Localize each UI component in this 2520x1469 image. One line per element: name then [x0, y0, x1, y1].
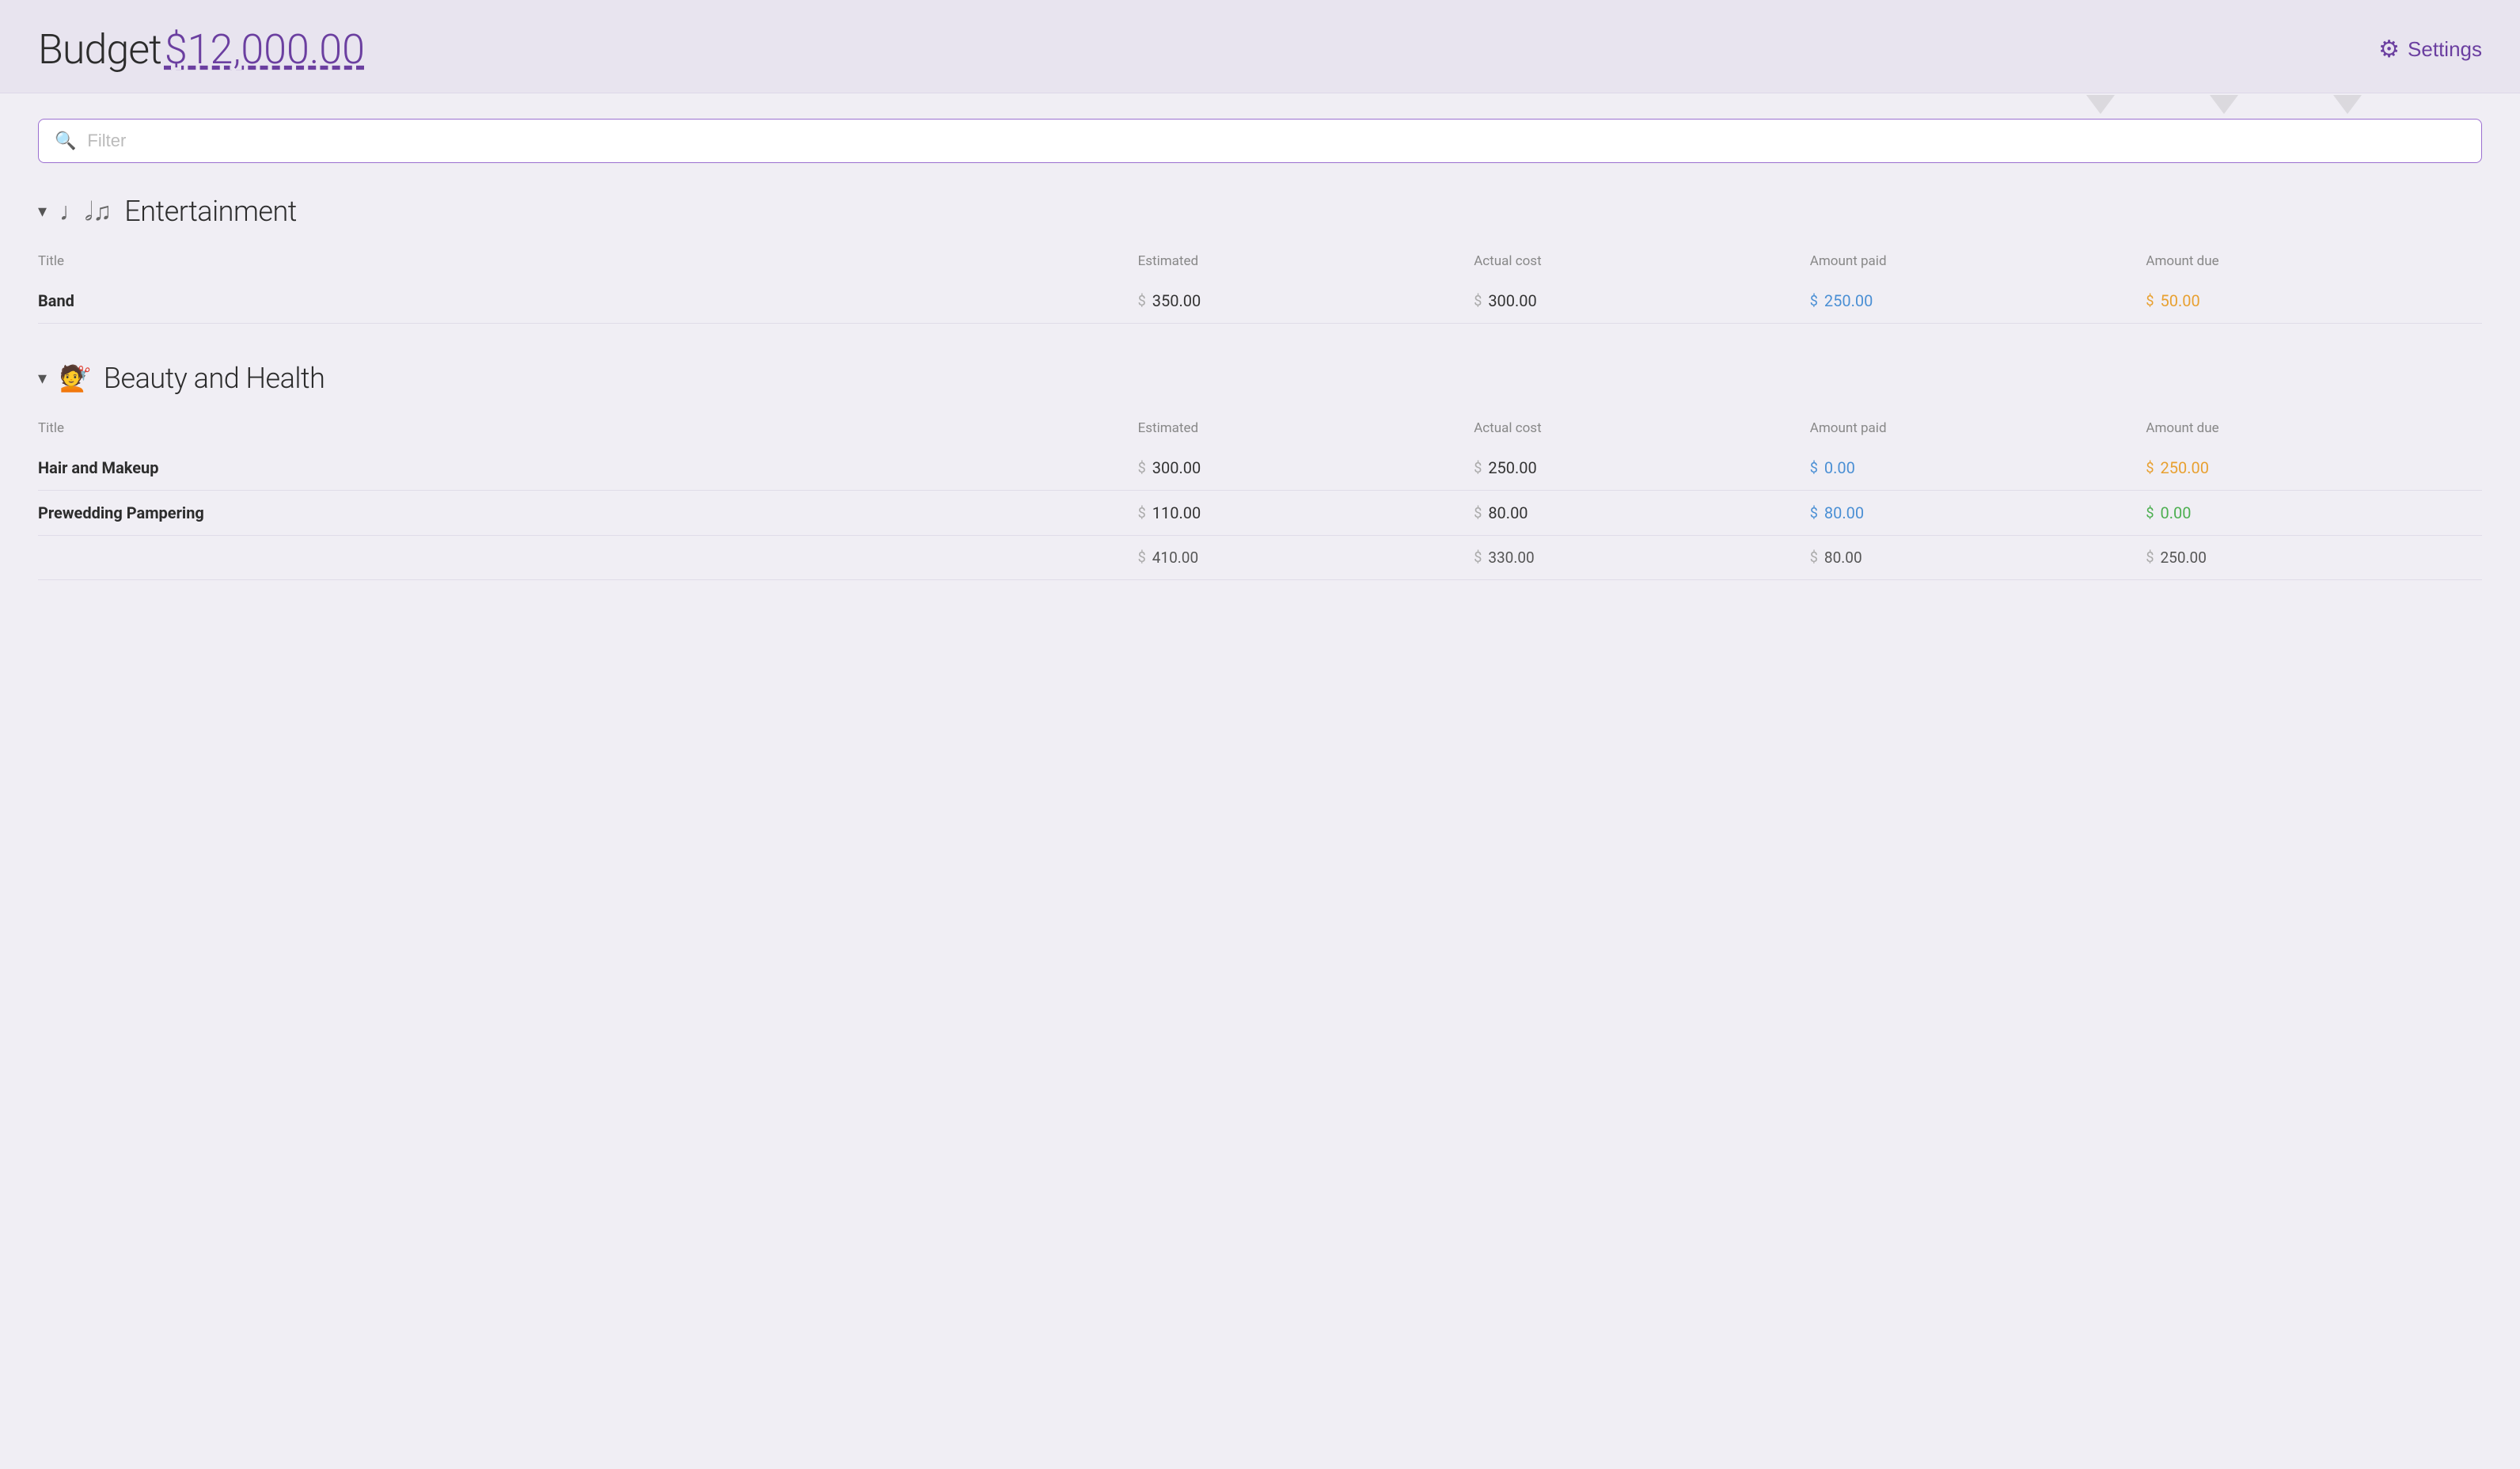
- filter-bar: 🔍: [38, 119, 2482, 163]
- table-row: Hair and Makeup $ 300.00 $ 250.00: [38, 446, 2482, 491]
- dollar-sign-icon: $: [1810, 549, 1818, 566]
- dollar-sign-blue-icon: $: [1810, 293, 1818, 309]
- amount-due-value: 50.00: [2161, 291, 2200, 310]
- row-amount-due: $ 50.00: [2146, 279, 2482, 324]
- table-row: Band $ 350.00 $ 300.00: [38, 279, 2482, 324]
- dollar-sign-icon: $: [1138, 549, 1146, 566]
- budget-amount[interactable]: $12,000.00: [165, 25, 365, 74]
- amount-due-value: 0.00: [2161, 503, 2192, 522]
- row-title: Band: [38, 279, 1138, 324]
- entertainment-table-header-row: Title Estimated Actual cost Amount paid …: [38, 247, 2482, 279]
- beauty-health-collapse-button[interactable]: ▾: [38, 368, 47, 389]
- row-title: Hair and Makeup: [38, 446, 1138, 491]
- beauty-health-table: Title Estimated Actual cost Amount paid …: [38, 414, 2482, 580]
- row-actual-cost: $ 250.00: [1474, 446, 1810, 491]
- amount-due-value: 250.00: [2161, 458, 2209, 477]
- dollar-sign-orange-icon: $: [2146, 460, 2154, 476]
- actual-cost-value: 80.00: [1488, 503, 1528, 522]
- col-amount-due: Amount due: [2146, 247, 2482, 279]
- totals-actual-cost-value: 330.00: [1488, 549, 1534, 567]
- dollar-sign-icon: $: [1138, 505, 1146, 522]
- totals-actual-cost: $ 330.00: [1474, 536, 1810, 580]
- dollar-sign-icon: $: [1138, 460, 1146, 476]
- beauty-health-section: ▾ 💇 Beauty and Health Title Estimated Ac…: [38, 362, 2482, 580]
- entertainment-section: ▾ ♩𝅗𝅥♫ Entertainment Title Estimated Act…: [38, 195, 2482, 324]
- estimated-value: 350.00: [1152, 291, 1201, 310]
- amount-paid-value: 80.00: [1824, 503, 1864, 522]
- row-estimated: $ 350.00: [1138, 279, 1474, 324]
- totals-row: $ 410.00 $ 330.00 $ 80.00: [38, 536, 2482, 580]
- dollar-sign-blue-icon: $: [1810, 505, 1818, 522]
- chevron-down-icon: ▾: [38, 368, 47, 389]
- col-estimated: Estimated: [1138, 247, 1474, 279]
- col-amount-paid: Amount paid: [1810, 414, 2146, 446]
- row-title: Prewedding Pampering: [38, 491, 1138, 536]
- col-title: Title: [38, 247, 1138, 279]
- dollar-sign-green-icon: $: [2146, 505, 2154, 522]
- entertainment-table: Title Estimated Actual cost Amount paid …: [38, 247, 2482, 324]
- table-row: Prewedding Pampering $ 110.00 $ 80.00: [38, 491, 2482, 536]
- col-title: Title: [38, 414, 1138, 446]
- hairdryer-icon: 💇: [59, 363, 91, 393]
- row-amount-paid: $ 80.00: [1810, 491, 2146, 536]
- dollar-sign-icon: $: [1474, 549, 1482, 566]
- totals-amount-due-value: 250.00: [2161, 549, 2207, 567]
- actual-cost-value: 250.00: [1488, 458, 1536, 477]
- dollar-sign-icon: $: [1474, 505, 1482, 522]
- entertainment-collapse-button[interactable]: ▾: [38, 201, 47, 222]
- totals-label: [38, 536, 1138, 580]
- totals-estimated-value: 410.00: [1152, 549, 1198, 567]
- totals-amount-paid-value: 80.00: [1824, 549, 1862, 567]
- row-amount-paid: $ 0.00: [1810, 446, 2146, 491]
- filter-input[interactable]: [87, 131, 2465, 151]
- col-amount-due: Amount due: [2146, 414, 2482, 446]
- estimated-value: 110.00: [1152, 503, 1201, 522]
- estimated-value: 300.00: [1152, 458, 1201, 477]
- beauty-health-table-header-row: Title Estimated Actual cost Amount paid …: [38, 414, 2482, 446]
- row-estimated: $ 300.00: [1138, 446, 1474, 491]
- filter-search-icon: 🔍: [55, 131, 76, 151]
- gear-icon: ⚙: [2378, 36, 2400, 63]
- dollar-sign-icon: $: [1474, 293, 1482, 309]
- col-actual-cost: Actual cost: [1474, 247, 1810, 279]
- col-estimated: Estimated: [1138, 414, 1474, 446]
- budget-label: Budget: [38, 25, 161, 74]
- dollar-sign-icon: $: [2146, 549, 2154, 566]
- entertainment-title: Entertainment: [124, 195, 297, 228]
- col-actual-cost: Actual cost: [1474, 414, 1810, 446]
- chevron-down-icon: ▾: [38, 201, 47, 222]
- row-actual-cost: $ 80.00: [1474, 491, 1810, 536]
- settings-label: Settings: [2408, 37, 2482, 62]
- beauty-health-header: ▾ 💇 Beauty and Health: [38, 362, 2482, 395]
- row-amount-due: $ 250.00: [2146, 446, 2482, 491]
- amount-paid-value: 0.00: [1824, 458, 1855, 477]
- settings-button[interactable]: ⚙ Settings: [2378, 36, 2482, 63]
- actual-cost-value: 300.00: [1488, 291, 1536, 310]
- col-amount-paid: Amount paid: [1810, 247, 2146, 279]
- budget-title-area: Budget $12,000.00: [38, 25, 365, 74]
- music-icon: ♩𝅗𝅥♫: [59, 196, 112, 227]
- row-actual-cost: $ 300.00: [1474, 279, 1810, 324]
- dollar-sign-orange-icon: $: [2146, 293, 2154, 309]
- row-amount-paid: $ 250.00: [1810, 279, 2146, 324]
- page-header: Budget $12,000.00 ⚙ Settings: [0, 0, 2520, 93]
- totals-amount-due: $ 250.00: [2146, 536, 2482, 580]
- row-estimated: $ 110.00: [1138, 491, 1474, 536]
- dollar-sign-icon: $: [1138, 293, 1146, 309]
- totals-amount-paid: $ 80.00: [1810, 536, 2146, 580]
- dollar-sign-blue-icon: $: [1810, 460, 1818, 476]
- beauty-health-title: Beauty and Health: [104, 362, 324, 395]
- amount-paid-value: 250.00: [1824, 291, 1873, 310]
- dollar-sign-icon: $: [1474, 460, 1482, 476]
- sort-arrows-decoration: [2086, 95, 2362, 114]
- entertainment-header: ▾ ♩𝅗𝅥♫ Entertainment: [38, 195, 2482, 228]
- row-amount-due: $ 0.00: [2146, 491, 2482, 536]
- main-content: 🔍 ▾ ♩𝅗𝅥♫ Entertainment Title Estimated A…: [0, 93, 2520, 643]
- totals-estimated: $ 410.00: [1138, 536, 1474, 580]
